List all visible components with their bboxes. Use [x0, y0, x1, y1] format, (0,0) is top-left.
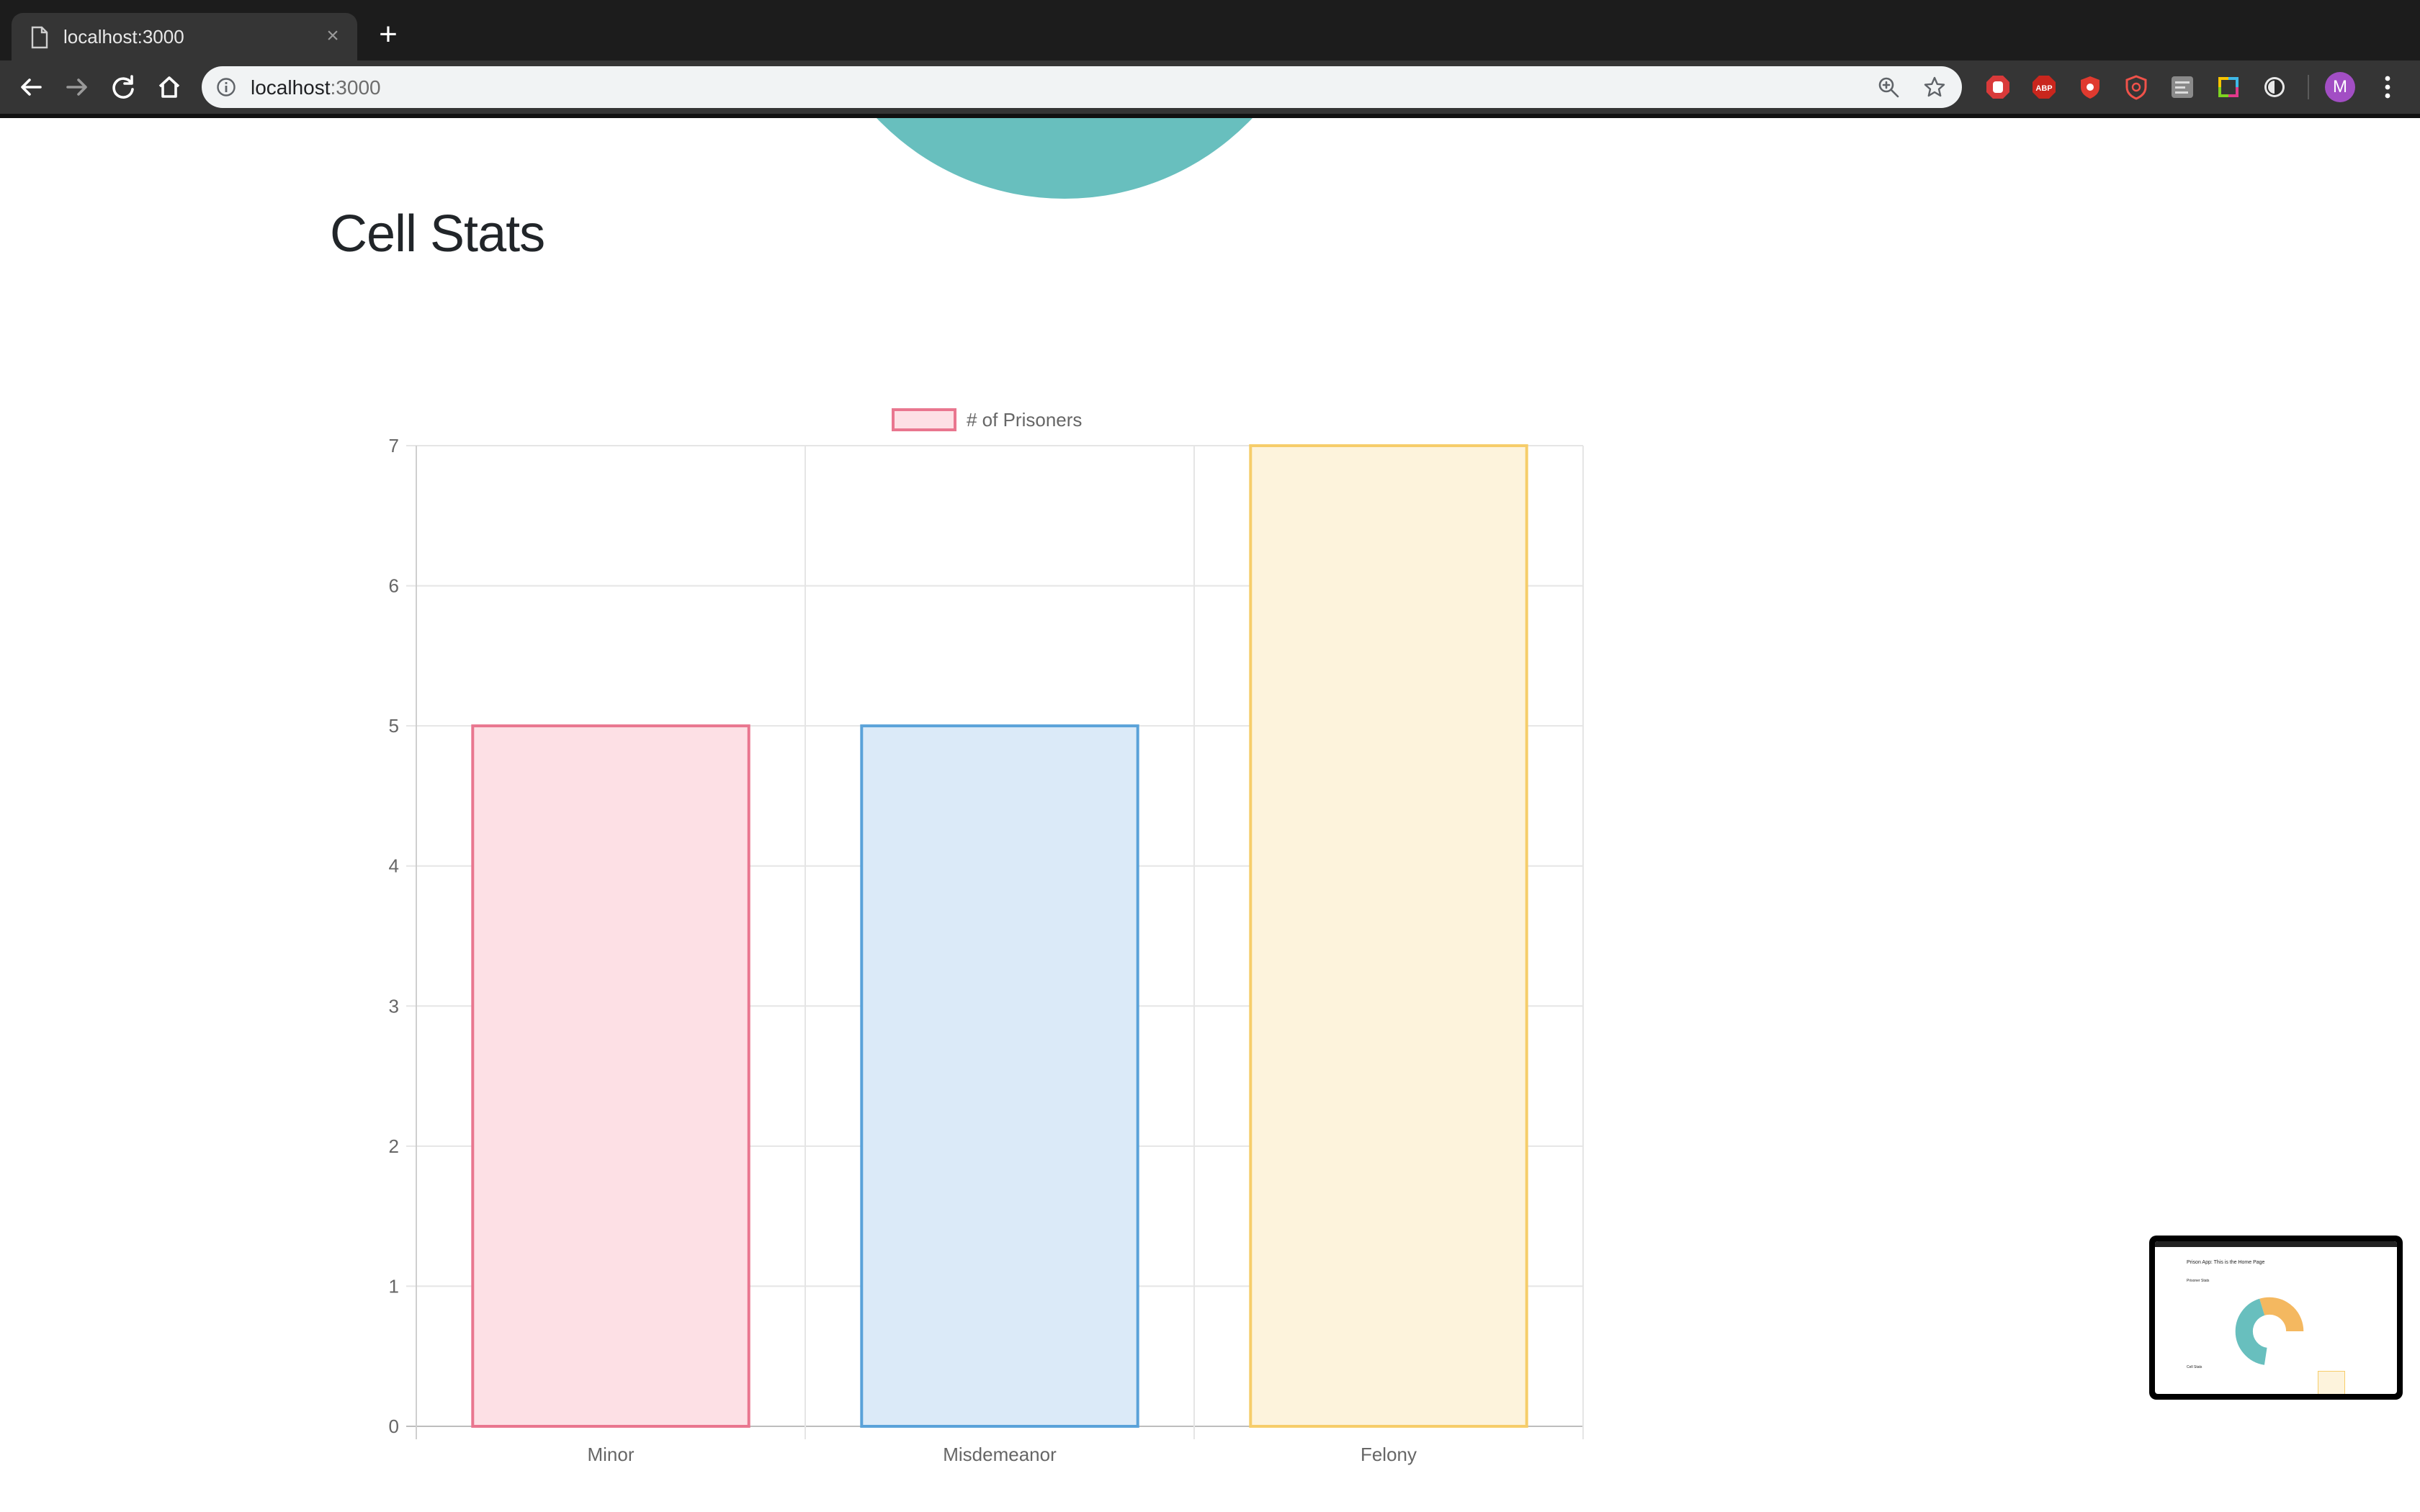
legend-label: # of Prisoners	[967, 409, 1082, 431]
donut-chart-segment	[877, 118, 1252, 199]
address-bar[interactable]: localhost:3000	[202, 66, 1962, 108]
bar-misdemeanor	[860, 724, 1139, 1428]
thumbnail-screen: Prison App: This is the Home Page Prison…	[2155, 1241, 2397, 1394]
y-tick-label: 0	[389, 1416, 399, 1437]
stop-sign-icon[interactable]	[1985, 74, 2011, 100]
browser-tab[interactable]: localhost:3000 ×	[12, 13, 357, 60]
x-tick-label: Minor	[587, 1444, 634, 1465]
color-picker-icon[interactable]	[2215, 74, 2241, 100]
zoom-icon[interactable]	[1877, 76, 1900, 99]
menu-kebab-icon[interactable]	[2371, 71, 2404, 104]
screen-thumbnail[interactable]: Prison App: This is the Home Page Prison…	[2149, 1236, 2403, 1400]
home-icon[interactable]	[153, 71, 186, 104]
bookmark-star-icon[interactable]	[1923, 76, 1946, 99]
back-arrow-icon[interactable]	[14, 71, 48, 104]
y-tick-label: 4	[389, 855, 399, 877]
y-tick-label: 6	[389, 575, 399, 597]
y-tick-label: 2	[389, 1135, 399, 1157]
page-content: Cell Stats 0 1 2 3 4 5 6 7 Minor Misdemeanor Felon…	[0, 118, 2420, 1512]
bar-felony	[1249, 444, 1528, 1428]
dark-mode-icon[interactable]	[2262, 74, 2287, 100]
browser-toolbar: localhost:3000 ABP M	[0, 60, 2420, 114]
page-title: Cell Stats	[330, 205, 545, 263]
y-tick-label: 1	[389, 1275, 399, 1297]
y-tick-label: 5	[389, 715, 399, 737]
document-icon	[31, 26, 48, 49]
thumbnail-bar	[2318, 1371, 2345, 1394]
shield-red-icon[interactable]	[2077, 74, 2103, 100]
svg-text:ABP: ABP	[2035, 84, 2052, 93]
json-viewer-icon[interactable]	[2169, 74, 2195, 100]
thumbnail-title: Prison App: This is the Home Page	[2187, 1260, 2265, 1265]
adblock-plus-icon[interactable]: ABP	[2031, 74, 2057, 100]
profile-avatar[interactable]: M	[2325, 72, 2355, 102]
thumbnail-section-cell-stats: Cell Stats	[2187, 1365, 2202, 1369]
browser-tab-bar: localhost:3000 × +	[0, 0, 2420, 60]
shield-outline-icon[interactable]	[2123, 74, 2149, 100]
y-tick-label: 7	[389, 435, 399, 456]
new-tab-button[interactable]: +	[372, 19, 405, 52]
x-tick-label: Felony	[1361, 1444, 1417, 1465]
forward-arrow-icon[interactable]	[60, 71, 94, 104]
bar-minor	[471, 724, 750, 1428]
legend-swatch	[892, 408, 956, 431]
url-text[interactable]: localhost:3000	[251, 76, 381, 99]
cell-stats-bar-chart: 0 1 2 3 4 5 6 7 Minor Misdemeanor Felony # of Priso…	[389, 408, 1584, 1465]
tab-title: localhost:3000	[63, 26, 184, 48]
toolbar-divider	[2308, 75, 2309, 99]
info-icon[interactable]	[216, 77, 236, 97]
close-tab-icon[interactable]: ×	[320, 23, 346, 49]
x-tick-label: Misdemeanor	[943, 1444, 1057, 1465]
reload-icon[interactable]	[107, 71, 140, 104]
thumbnail-donut-chart	[2235, 1297, 2304, 1366]
thumbnail-section-prisoner-stats: Prisoner Stats	[2187, 1279, 2210, 1283]
y-tick-label: 3	[389, 995, 399, 1017]
